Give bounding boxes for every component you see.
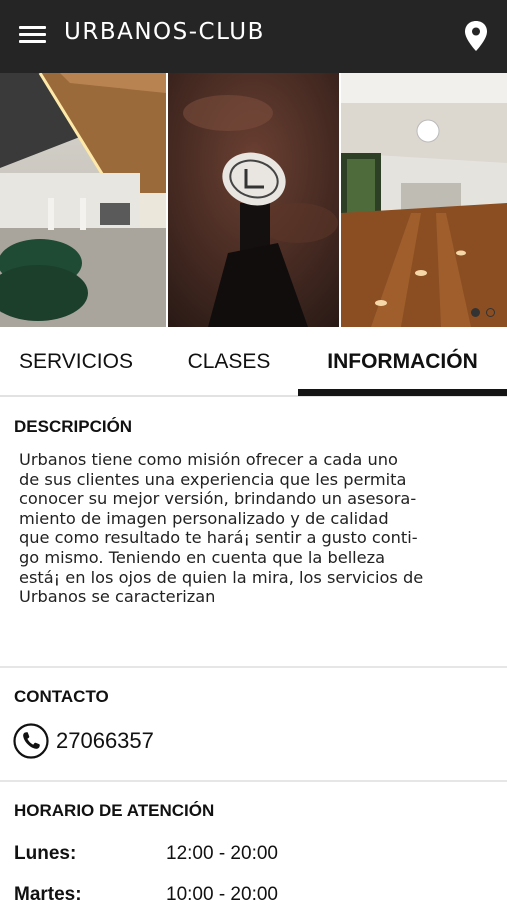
description-line: miento de imagen personalizado y de cali… [19,508,389,528]
schedule-day: Martes: [14,884,82,900]
phone-number[interactable]: 27066357 [56,728,154,754]
contact-title: CONTACTO [14,687,109,706]
schedule-day: Lunes: [14,843,77,864]
description-text: Urbanos tiene como misión ofrecer a cada… [19,450,499,607]
tab-informacion[interactable]: INFORMACIÓN [298,327,507,397]
carousel-dot-active[interactable] [471,308,480,317]
wood-floor-hall-photo [341,73,507,327]
lounge-interior-photo [0,73,166,327]
section-divider [0,666,507,668]
schedule-hours: 10:00 - 20:00 [166,884,278,900]
carousel-dot[interactable] [486,308,495,317]
tab-servicios[interactable]: SERVICIOS [0,327,152,397]
description-line: Urbanos se caracterizan [19,587,216,607]
active-tab-indicator [298,389,507,396]
phone-icon[interactable] [13,723,49,759]
description-line: Urbanos tiene como misión ofrecer a cada… [19,450,398,469]
tab-clases[interactable]: CLASES [152,327,306,397]
map-pin-icon[interactable] [458,18,494,54]
schedule-hours: 12:00 - 20:00 [166,843,278,864]
schedule-title: HORARIO DE ATENCIÓN [14,801,215,820]
description-line: go mismo. Teniendo en cuenta que la bell… [19,547,386,567]
description-line: está¡ en los ojos de quien la mira, los … [19,567,424,587]
description-line: conocer su mejor versión, brindando un a… [19,489,417,509]
illuminated-sign-photo [168,73,339,327]
description-line: que como resultado te hará¡ sentir a gus… [19,528,418,548]
description-title: DESCRIPCIÓN [14,417,133,436]
app-bar: URBANOS-CLUB [0,0,507,73]
image-carousel[interactable] [0,73,507,327]
section-divider [0,780,507,782]
app-title: URBANOS-CLUB [64,19,265,45]
hamburger-menu-icon[interactable] [16,20,50,50]
description-line: de sus clientes una experiencia que les … [19,469,407,489]
tab-bar: SERVICIOS CLASES INFORMACIÓN [0,327,507,397]
